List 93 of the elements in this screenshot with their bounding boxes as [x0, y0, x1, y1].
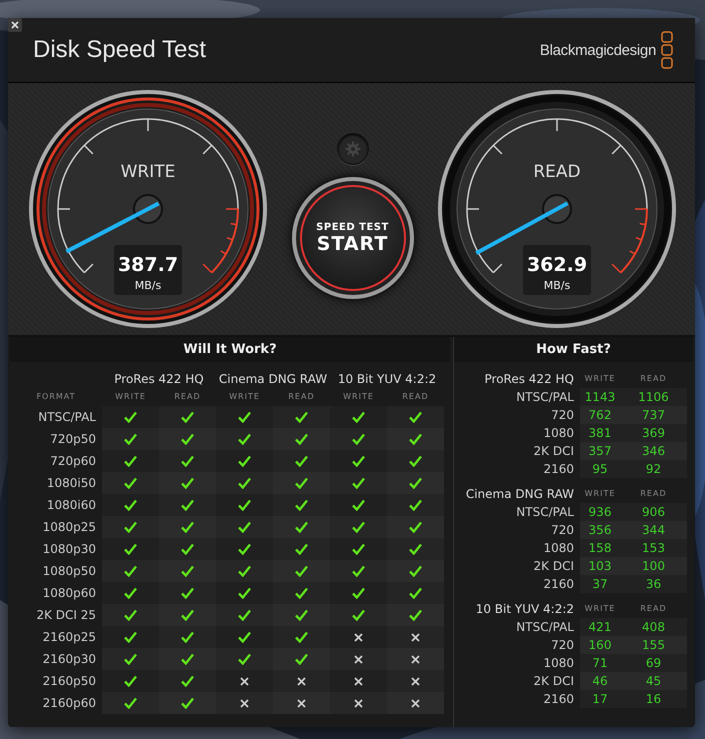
column-header: READ [287, 391, 316, 403]
speed-value: 103 [580, 557, 620, 575]
column-header: WRITE [114, 391, 147, 403]
speed-value: 17 [580, 690, 620, 708]
speed-value: 936 [580, 503, 620, 521]
format-label: 720 [550, 522, 575, 539]
column-header: READ [401, 391, 430, 403]
column-header: WRITE [228, 391, 261, 403]
column-header: READ [639, 373, 668, 385]
speed-value: 45 [620, 672, 687, 690]
close-icon [11, 21, 19, 29]
speed-value: 408 [620, 618, 687, 636]
column-header: WRITE [342, 391, 375, 403]
close-button[interactable] [8, 18, 22, 32]
format-label: NTSC/PAL [515, 619, 575, 636]
gauge-label: WRITE [120, 162, 176, 182]
start-button[interactable]: SPEED TEST START [292, 177, 414, 299]
speed-value: 381 [580, 424, 620, 442]
speed-value: 69 [620, 654, 687, 672]
speed-value: 160 [580, 636, 620, 654]
speed-value: 100 [620, 557, 687, 575]
codec-label: 10 Bit YUV 4:2:2 [474, 601, 575, 618]
codec-label: Cinema DNG RAW [464, 486, 575, 503]
logo-icon [661, 31, 673, 69]
column-header: FORMAT [35, 391, 77, 403]
format-label: 2160p60 [42, 695, 97, 712]
speed-value: 344 [620, 521, 687, 539]
brand-name: Blackmagicdesign [540, 42, 656, 58]
format-label: NTSC/PAL [515, 389, 575, 406]
column-header: ProRes 422 HQ [113, 371, 205, 388]
format-label: 1080p60 [42, 585, 97, 602]
unit-label: MB/s [544, 279, 570, 292]
speed-reading: 362.9 [526, 254, 588, 276]
speed-value: 153 [620, 539, 687, 557]
speed-value: 762 [580, 406, 620, 424]
format-label: 2160p30 [42, 651, 97, 668]
format-label: 1080i50 [46, 475, 97, 492]
settings-icon [344, 141, 360, 157]
format-label: 2160 [542, 576, 575, 593]
speed-value: 95 [580, 460, 620, 478]
unit-label: MB/s [134, 279, 162, 292]
speed-value: 1143 [580, 388, 620, 406]
format-label: 2160 [542, 691, 575, 708]
format-label: 720 [550, 637, 575, 654]
section-title: How Fast? [454, 337, 693, 362]
speed-value: 46 [580, 672, 620, 690]
format-label: 2K DCI [532, 558, 575, 575]
format-label: 720p60 [49, 453, 97, 470]
speed-value: 737 [620, 406, 687, 424]
column-header: READ [173, 391, 202, 403]
speed-value: 356 [580, 521, 620, 539]
speed-reading: 387.7 [118, 254, 178, 276]
speed-value: 155 [620, 636, 687, 654]
speed-value: 36 [620, 575, 687, 593]
speed-value: 92 [620, 460, 687, 478]
format-label: NTSC/PAL [37, 409, 97, 426]
format-label: 1080p25 [42, 519, 97, 536]
codec-label: ProRes 422 HQ [484, 371, 575, 388]
section-title: Will It Work? [10, 337, 450, 362]
speed-value: 346 [620, 442, 687, 460]
speed-value: 71 [580, 654, 620, 672]
format-label: 2160p25 [42, 629, 97, 646]
format-label: 2K DCI 25 [35, 607, 97, 624]
column-header: WRITE [584, 603, 616, 615]
column-header: Cinema DNG RAW [218, 371, 328, 388]
format-label: 2K DCI [532, 443, 575, 460]
format-label: 1080p50 [42, 563, 97, 580]
column-header: WRITE [584, 488, 616, 500]
format-label: 2160p50 [42, 673, 97, 690]
speed-value: 37 [580, 575, 620, 593]
format-label: 1080i60 [46, 497, 97, 514]
column-header: READ [639, 488, 668, 500]
format-label: 1080p30 [42, 541, 97, 558]
column-header: READ [639, 603, 668, 615]
gauge-label: READ [533, 162, 581, 182]
app-title: Disk Speed Test [33, 36, 206, 64]
column-header: 10 Bit YUV 4:2:2 [336, 371, 438, 388]
column-header: WRITE [584, 373, 616, 385]
format-label: 2160 [542, 461, 575, 478]
speed-value: 16 [620, 690, 687, 708]
format-label: NTSC/PAL [515, 504, 575, 521]
format-label: 1080 [542, 655, 575, 672]
speed-value: 906 [620, 503, 687, 521]
format-label: 720 [550, 407, 575, 424]
speed-value: 357 [580, 442, 620, 460]
speed-value: 1106 [620, 388, 687, 406]
speed-value: 369 [620, 424, 687, 442]
speed-value: 158 [580, 539, 620, 557]
format-label: 2K DCI [532, 673, 575, 690]
format-label: 1080 [542, 425, 575, 442]
format-label: 720p50 [49, 431, 97, 448]
format-label: 1080 [542, 540, 575, 557]
speed-value: 421 [580, 618, 620, 636]
